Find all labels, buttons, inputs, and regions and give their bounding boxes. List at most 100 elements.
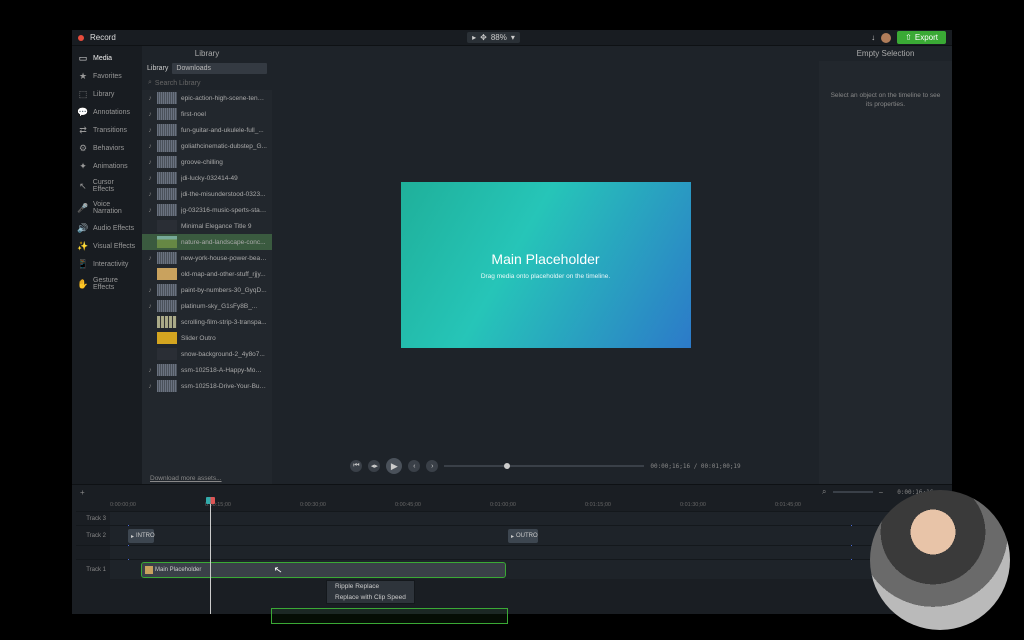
hand-tool-icon[interactable]: ✥ <box>480 33 487 42</box>
library-item[interactable]: Minimal Elegance Title 9 <box>142 218 272 234</box>
library-item[interactable]: ♪ new-york-house-power-beat... <box>142 250 272 266</box>
library-item[interactable]: ♪epic-action-high-scene-tensi... <box>142 90 272 106</box>
library-item[interactable]: ♪ssm-102518-A-Happy-Moment <box>142 362 272 378</box>
nav-annotations[interactable]: 💬Annotations <box>72 104 142 120</box>
playback-controls: ⏮ ◂▸ ▶ ‹ › 00:00;16;16 / 00:01;00;19 <box>272 458 819 474</box>
main-area: ▭Media ★Favorites ⬚Library 💬Annotations ⇄Tra… <box>72 46 952 484</box>
media-thumb <box>157 204 177 216</box>
nav-label: Gesture Effects <box>93 277 136 291</box>
media-icon: ▭ <box>78 53 88 63</box>
nav-audio-effects[interactable]: 🔊Audio Effects <box>72 220 142 236</box>
ruler-tick: 0:00:30;00 <box>300 502 326 508</box>
nav-library[interactable]: ⬚Library <box>72 86 142 102</box>
record-button[interactable]: Record <box>90 33 116 42</box>
media-label: first-noel <box>181 111 267 118</box>
nav-label: Voice Narration <box>93 201 136 215</box>
step-fwd-button[interactable]: ‹ <box>408 460 420 472</box>
menu-replace-clip-speed[interactable]: Replace with Clip Speed <box>327 592 414 603</box>
nav-label: Cursor Effects <box>93 179 136 193</box>
media-label: scrolling-film-strip-3-transpa... <box>181 319 267 326</box>
media-thumb <box>157 380 177 392</box>
library-item[interactable]: nature-and-landscape-conc... <box>142 234 272 250</box>
library-item[interactable]: snow-background-2_4y8o7... <box>142 346 272 362</box>
nav-sidebar: ▭Media ★Favorites ⬚Library 💬Annotations ⇄Tra… <box>72 46 142 484</box>
webcam-overlay <box>870 490 1010 630</box>
nav-media[interactable]: ▭Media <box>72 50 142 66</box>
library-item[interactable]: ♪ paint-by-numbers-30_GyqD... <box>142 282 272 298</box>
media-type-icon: ♪ <box>147 255 153 262</box>
clip-outro[interactable]: ▸ OUTRO <box>508 529 538 543</box>
timeline-body[interactable]: 0:00:00;000:00:15;000:00:30;000:00:45;00… <box>76 499 948 614</box>
canvas-preview[interactable]: Main Placeholder Drag media onto placeho… <box>401 182 691 348</box>
library-item[interactable]: Slider Outro <box>142 330 272 346</box>
media-label: paint-by-numbers-30_GyqD... <box>181 287 267 294</box>
nav-favorites[interactable]: ★Favorites <box>72 68 142 84</box>
library-item[interactable]: ♪fun-guitar-and-ukulele-full_... <box>142 122 272 138</box>
nav-gesture-effects[interactable]: ✋Gesture Effects <box>72 274 142 294</box>
clip-intro[interactable]: ▸ INTRO <box>128 529 154 543</box>
library-item[interactable]: ♪jdi-the-misunderstood-0323... <box>142 186 272 202</box>
clip-thumb <box>145 566 153 574</box>
nav-interactivity[interactable]: 📱Interactivity <box>72 256 142 272</box>
pointer-tool-icon[interactable]: ▸ <box>472 33 476 42</box>
library-item[interactable]: ♪goliathcinematic-dubstep_G... <box>142 138 272 154</box>
nav-transitions[interactable]: ⇄Transitions <box>72 122 142 138</box>
library-item[interactable]: ♪ssm-102518-Drive-Your-Busi... <box>142 378 272 394</box>
playhead[interactable] <box>210 499 211 614</box>
library-item[interactable]: ♪jg-032316-music-sperts-stad... <box>142 202 272 218</box>
library-item[interactable]: scrolling-film-strip-3-transpa... <box>142 314 272 330</box>
play-button[interactable]: ▶ <box>386 458 402 474</box>
track-1: Track 1 Main Placeholder <box>76 559 948 579</box>
library-item[interactable]: ♪platinum-sky_G1sFy8B_... <box>142 298 272 314</box>
prev-frame-button[interactable]: ⏮ <box>350 460 362 472</box>
zoom-dropdown-icon[interactable]: ▾ <box>511 33 515 42</box>
media-thumb <box>157 316 177 328</box>
clip-main-placeholder[interactable]: Main Placeholder <box>142 563 505 577</box>
next-frame-button[interactable]: › <box>426 460 438 472</box>
library-list[interactable]: ♪epic-action-high-scene-tensi...♪first-n… <box>142 90 272 473</box>
cursor effects-icon: ↖ <box>78 181 88 191</box>
step-back-button[interactable]: ◂▸ <box>368 460 380 472</box>
zoom-level[interactable]: 88% <box>491 33 507 42</box>
drop-target[interactable] <box>271 608 508 624</box>
track-lane[interactable]: ▸ INTRO ▸ OUTRO <box>110 526 948 545</box>
nav-cursor-effects[interactable]: ↖ Cursor Effects <box>72 176 142 196</box>
library-item[interactable]: ♪first-noel <box>142 106 272 122</box>
download-icon[interactable]: ↓ <box>871 33 875 42</box>
transitions-icon: ⇄ <box>78 125 88 135</box>
nav-behaviors[interactable]: ⚙ Behaviors <box>72 140 142 156</box>
library-item[interactable]: ♪jdi-lucky-032414-49 <box>142 170 272 186</box>
favorites-icon: ★ <box>78 71 88 81</box>
library-filter-dropdown[interactable]: Downloads <box>172 63 267 74</box>
download-assets-link[interactable]: Download more assets... <box>142 473 272 484</box>
media-type-icon: ♪ <box>147 207 153 214</box>
track-lane[interactable] <box>110 546 948 559</box>
library-item[interactable]: ♪groove-chilling <box>142 154 272 170</box>
export-button[interactable]: ⇧ Export <box>897 31 946 44</box>
zoom-out-icon[interactable]: ⌕ <box>822 487 826 497</box>
nav-label: Behaviors <box>93 145 124 152</box>
behaviors-icon: ⚙ <box>78 143 88 153</box>
nav-visual-effects[interactable]: ✨Visual Effects <box>72 238 142 254</box>
record-icon <box>78 35 84 41</box>
avatar[interactable] <box>881 33 891 43</box>
track-2: Track 2 ▸ INTRO ▸ OUTRO <box>76 525 948 545</box>
timeline-zoom-slider[interactable] <box>833 491 873 493</box>
add-track-button[interactable]: + <box>80 488 85 497</box>
library-item[interactable]: old-map-and-other-stuff_rjjy... <box>142 266 272 282</box>
scrubber[interactable] <box>444 465 644 467</box>
zoom-in-icon[interactable]: − <box>879 488 884 497</box>
library-search[interactable]: ⌕ Search Library <box>142 76 272 90</box>
nav-animations[interactable]: ✦Animations <box>72 158 142 174</box>
menu-ripple-replace[interactable]: Ripple Replace <box>327 581 414 592</box>
nav-voice-narration[interactable]: 🎤Voice Narration <box>72 198 142 218</box>
track-lane[interactable] <box>110 512 948 525</box>
timeline-ruler[interactable]: 0:00:00;000:00:15;000:00:30;000:00:45;00… <box>110 499 948 511</box>
track-lane[interactable]: Main Placeholder <box>110 560 948 579</box>
media-label: Slider Outro <box>181 335 267 342</box>
media-type-icon: ♪ <box>147 287 153 294</box>
track-spacer <box>76 545 948 559</box>
media-label: new-york-house-power-beat... <box>181 255 267 262</box>
toolbar-center: ▸ ✥ 88% ▾ <box>467 32 520 43</box>
media-thumb <box>157 108 177 120</box>
